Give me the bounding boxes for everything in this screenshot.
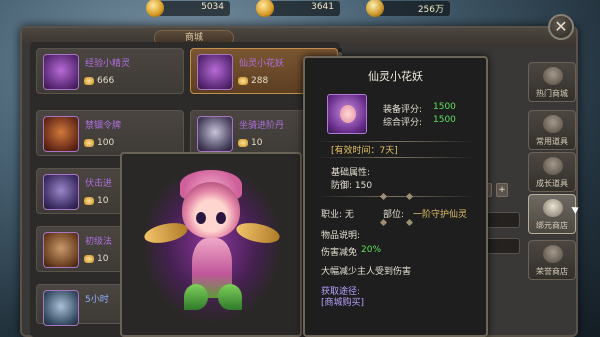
item-icon — [43, 174, 79, 210]
item-icon — [197, 116, 233, 152]
currency-bound-ingot: 5034 — [146, 0, 230, 17]
ingot-icon — [84, 197, 94, 205]
honor-shop-icon — [543, 245, 563, 263]
currency-coins: 256万 — [366, 0, 450, 17]
tab-growth-items[interactable]: 成长道具 — [528, 152, 576, 192]
ingot-icon — [256, 0, 274, 17]
equip-score-value: 1500 — [433, 102, 456, 112]
item-price: 10 — [97, 254, 109, 264]
tab-bound-ingot-shop[interactable]: 绑元商店 — [528, 194, 576, 234]
item-name: 经验小精灵 — [85, 59, 131, 69]
item-name: 禁锢令牌 — [85, 121, 122, 131]
shop-item[interactable]: 经验小精灵 666 — [36, 48, 184, 94]
item-icon — [43, 116, 79, 152]
item-name: 仙灵小花妖 — [239, 59, 285, 69]
divider-diamond — [405, 218, 414, 227]
tooltip-divider — [315, 157, 476, 158]
common-items-icon — [543, 115, 563, 133]
divider-diamond — [405, 192, 414, 201]
fairy-eye — [196, 212, 206, 224]
item-price: 288 — [251, 76, 269, 86]
fairy-leaf — [218, 284, 242, 310]
coin-icon — [366, 0, 384, 17]
ingot-icon — [84, 77, 94, 85]
item-icon — [197, 54, 233, 90]
item-price: 100 — [97, 138, 115, 148]
item-name: 初级法 — [85, 237, 113, 247]
item-name: 伏击进 — [85, 179, 113, 189]
desc-line: 大幅减少主人受到伤害 — [321, 267, 412, 277]
defense-value: 防御: 150 — [331, 181, 373, 191]
ingot-icon — [84, 255, 94, 263]
item-tooltip: 仙灵小花妖 装备评分: 1500 综合评分: 1500 [有效时间：7天] 基础… — [303, 56, 488, 337]
item-preview — [120, 152, 302, 337]
currency-ingot-value: 3641 — [311, 2, 334, 12]
item-price: 10 — [97, 196, 109, 206]
currency-bound-ingot-value: 5034 — [201, 2, 224, 12]
tab-honor-shop[interactable]: 荣誉商店 — [528, 240, 576, 280]
equip-score-label: 装备评分: — [383, 105, 423, 115]
total-score-value: 1500 — [433, 115, 456, 125]
tab-label: 常用道具 — [536, 137, 568, 146]
divider-diamond — [379, 192, 388, 201]
tooltip-divider — [315, 196, 476, 197]
fairy-head — [182, 182, 240, 238]
damage-reduce-label: 伤害减免 — [321, 248, 358, 258]
slot-value: 一阶守护仙灵 — [413, 210, 468, 220]
item-icon — [43, 290, 79, 326]
desc-label: 物品说明: — [321, 231, 361, 241]
total-score-label: 综合评分: — [383, 118, 423, 128]
currency-ingot: 3641 — [256, 0, 340, 17]
tooltip-divider — [315, 141, 476, 142]
growth-items-icon — [543, 157, 563, 175]
close-button[interactable]: ✕ — [548, 14, 574, 40]
valid-time: [有效时间：7天] — [331, 146, 398, 156]
item-icon — [43, 232, 79, 268]
slot-label: 部位: — [383, 210, 405, 220]
bound-ingot-shop-icon — [543, 199, 563, 217]
ingot-icon — [238, 139, 248, 147]
ingot-icon — [238, 77, 248, 85]
item-name: 坐骑进阶丹 — [239, 121, 285, 131]
divider-diamond — [379, 218, 388, 227]
hot-shop-icon — [543, 67, 563, 85]
tooltip-item-icon — [327, 94, 367, 134]
shop-item[interactable]: 禁锢令牌 100 — [36, 110, 184, 156]
tab-label: 成长道具 — [536, 179, 568, 188]
currency-coins-value: 256万 — [417, 5, 444, 15]
tab-common-items[interactable]: 常用道具 — [528, 110, 576, 150]
quantity-plus-button[interactable]: + — [496, 183, 508, 197]
item-name: 5小时 — [85, 295, 109, 305]
fairy-icon — [340, 105, 356, 123]
tab-label: 绑元商店 — [536, 221, 568, 230]
source-value[interactable]: [商城购买] — [321, 295, 364, 308]
fairy-eye — [216, 212, 226, 224]
fairy-leaf — [184, 284, 208, 310]
tooltip-title: 仙灵小花妖 — [368, 70, 423, 83]
tab-label: 荣誉商店 — [536, 267, 568, 276]
ingot-icon — [146, 0, 164, 17]
item-icon — [43, 54, 79, 90]
tab-label: 热门商城 — [536, 89, 568, 98]
item-price: 666 — [97, 76, 115, 86]
ingot-icon — [84, 139, 94, 147]
damage-reduce-value: 20% — [361, 245, 382, 255]
currency-bar: 5034 3641 256万 — [0, 0, 600, 18]
job-value: 职业: 无 — [321, 210, 354, 220]
item-price: 10 — [251, 138, 263, 148]
base-attr-label: 基础属性: — [331, 168, 371, 178]
tab-hot-shop[interactable]: 热门商城 — [528, 62, 576, 102]
